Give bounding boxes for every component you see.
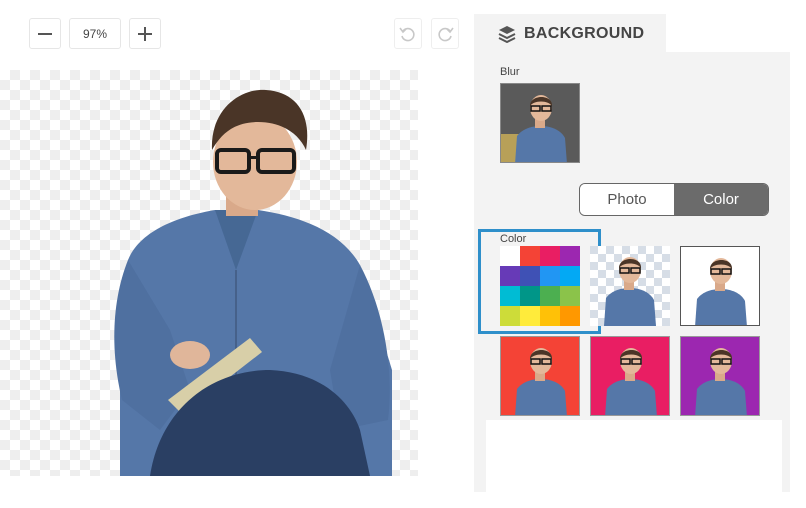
bg-white-thumbnail[interactable]: [680, 246, 760, 326]
toggle-color[interactable]: Color: [674, 184, 768, 215]
color-swatch[interactable]: [540, 266, 560, 286]
color-swatch[interactable]: [500, 286, 520, 306]
color-swatch[interactable]: [540, 306, 560, 326]
color-swatch[interactable]: [520, 246, 540, 266]
color-swatch-grid[interactable]: [500, 246, 580, 326]
color-swatch[interactable]: [500, 266, 520, 286]
minus-icon: [38, 32, 52, 35]
blur-label: Blur: [500, 66, 520, 78]
editor-root: 97% BACKGROUND Blur Photo Color Color: [0, 0, 806, 508]
bg-purple-thumbnail[interactable]: [680, 336, 760, 416]
plus-icon: [138, 26, 152, 41]
color-swatch[interactable]: [560, 246, 580, 266]
color-swatch[interactable]: [520, 286, 540, 306]
tab-background[interactable]: BACKGROUND: [474, 14, 666, 54]
color-swatch[interactable]: [540, 286, 560, 306]
redo-button[interactable]: [431, 18, 459, 49]
bg-red-thumbnail[interactable]: [500, 336, 580, 416]
blur-thumbnail[interactable]: [500, 83, 580, 163]
zoom-out-button[interactable]: [29, 18, 61, 49]
bg-transparent-thumbnail[interactable]: [590, 246, 670, 326]
undo-icon: [399, 27, 415, 41]
color-swatch[interactable]: [560, 266, 580, 286]
color-swatch[interactable]: [520, 266, 540, 286]
toggle-photo[interactable]: Photo: [580, 184, 674, 215]
color-swatch[interactable]: [560, 286, 580, 306]
undo-button[interactable]: [394, 18, 422, 49]
color-swatch[interactable]: [520, 306, 540, 326]
color-swatch[interactable]: [560, 306, 580, 326]
zoom-in-button[interactable]: [129, 18, 161, 49]
image-canvas[interactable]: [0, 70, 418, 476]
tab-label: BACKGROUND: [524, 25, 645, 42]
redo-icon: [438, 27, 454, 41]
bg-pink-thumbnail[interactable]: [590, 336, 670, 416]
color-swatch[interactable]: [540, 246, 560, 266]
layers-icon: [498, 26, 516, 43]
zoom-level[interactable]: 97%: [69, 18, 121, 49]
color-swatch[interactable]: [500, 246, 520, 266]
color-swatch[interactable]: [500, 306, 520, 326]
panel-empty-area: [486, 420, 782, 492]
subject-photo: [114, 89, 392, 476]
source-toggle: Photo Color: [579, 183, 769, 216]
color-label: Color: [500, 233, 527, 245]
